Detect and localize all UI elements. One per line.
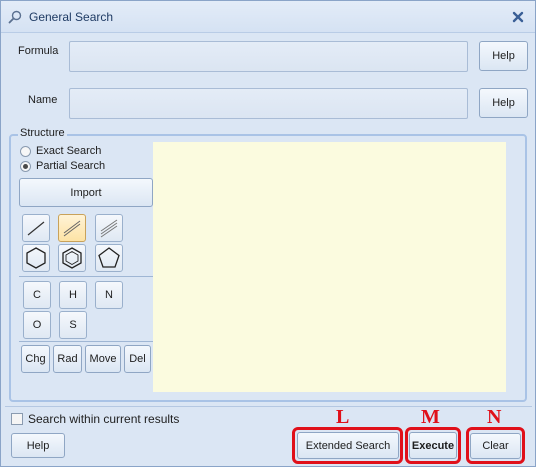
search-within-results-box[interactable] (11, 413, 23, 425)
name-label: Name (28, 94, 58, 106)
annotation-letter-n: N (487, 406, 502, 428)
title-bar: General Search (1, 1, 535, 33)
partial-search-label: Partial Search (36, 160, 106, 172)
benzene-icon[interactable] (58, 244, 86, 272)
move-button[interactable]: Move (85, 345, 121, 373)
exact-search-radio[interactable]: Exact Search (20, 144, 101, 158)
partial-search-radio[interactable]: Partial Search (20, 159, 105, 173)
window-title: General Search (29, 10, 114, 24)
search-within-results-checkbox[interactable]: Search within current results (11, 412, 179, 426)
name-input[interactable] (69, 88, 468, 119)
formula-input[interactable] (69, 41, 468, 72)
exact-search-label: Exact Search (36, 145, 102, 157)
annotation-letter-m: M (421, 406, 440, 428)
radical-button[interactable]: Rad (53, 345, 82, 373)
tool-separator (19, 341, 153, 342)
annotation-box-m (405, 427, 461, 464)
atom-n-button[interactable]: N (95, 281, 123, 309)
import-button[interactable]: Import (19, 178, 153, 207)
delete-button[interactable]: Del (124, 345, 151, 373)
cyclopentane-icon[interactable] (95, 244, 123, 272)
formula-help-button[interactable]: Help (479, 41, 528, 71)
atom-c-button[interactable]: C (23, 281, 51, 309)
double-bond-icon[interactable] (58, 214, 86, 242)
tool-separator (19, 276, 153, 277)
footer-help-button[interactable]: Help (11, 433, 65, 458)
structure-drawing-canvas[interactable] (153, 142, 506, 392)
annotation-letter-l: L (336, 406, 350, 428)
cyclohexane-icon[interactable] (22, 244, 50, 272)
atom-o-button[interactable]: O (23, 311, 51, 339)
atom-s-button[interactable]: S (59, 311, 87, 339)
annotation-box-l (292, 427, 403, 464)
close-icon[interactable] (509, 8, 527, 26)
partial-search-radio-circle[interactable] (20, 160, 31, 172)
name-help-button[interactable]: Help (479, 88, 528, 118)
triple-bond-icon[interactable] (95, 214, 123, 242)
search-icon (7, 9, 23, 25)
footer-separator (5, 406, 532, 407)
exact-search-radio-circle[interactable] (20, 145, 31, 157)
charge-button[interactable]: Chg (21, 345, 50, 373)
general-search-dialog: General Search Formula Help Name Help St… (0, 0, 536, 467)
single-bond-icon[interactable] (22, 214, 50, 242)
formula-label: Formula (18, 45, 59, 57)
atom-h-button[interactable]: H (59, 281, 87, 309)
search-within-results-label: Search within current results (28, 412, 180, 426)
annotation-box-n (466, 427, 525, 464)
structure-legend: Structure (18, 127, 67, 139)
